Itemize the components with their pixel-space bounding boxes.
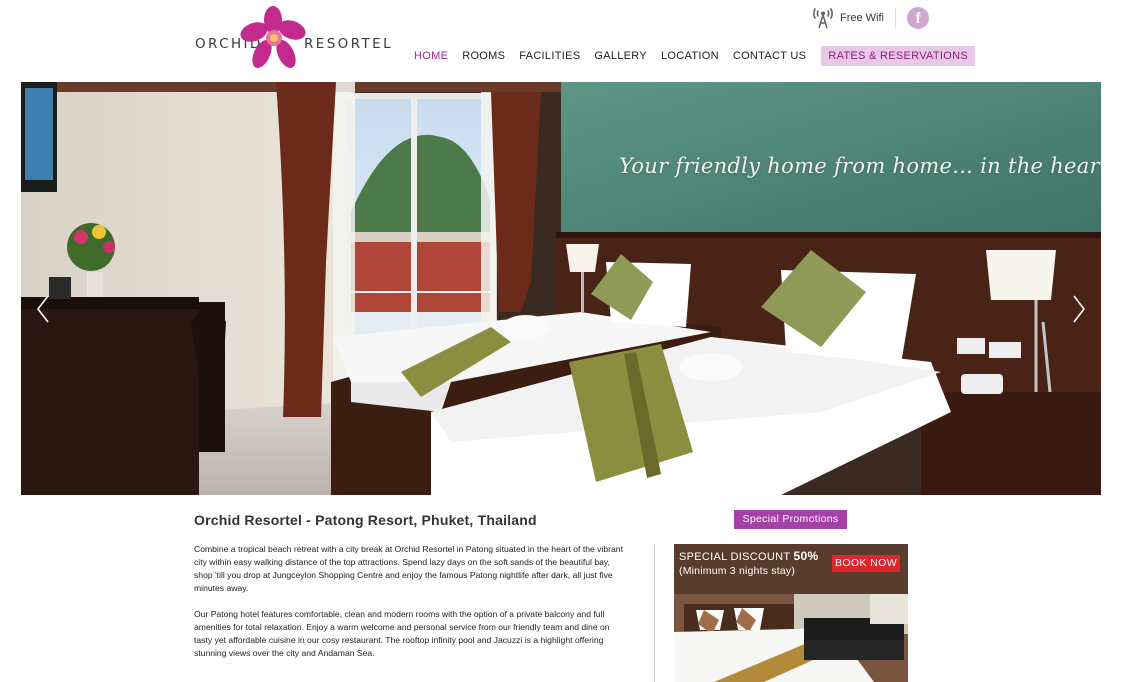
intro-paragraph-2: Our Patong hotel features comfortable, c… [194, 609, 610, 658]
orchid-flower-logo-icon [240, 6, 306, 69]
facebook-icon[interactable]: f [907, 7, 929, 29]
special-promotions-badge[interactable]: Special Promotions [734, 510, 847, 529]
intro-text: Combine a tropical beach retreat with a … [194, 543, 626, 673]
nav-facilities[interactable]: FACILITIES [512, 46, 587, 66]
rates-reservations-button[interactable]: RATES & RESERVATIONS [821, 46, 975, 66]
promo-banner[interactable]: SPECIAL DISCOUNT 50% (Minimum 3 nights s… [674, 544, 908, 682]
logo-text-resortel: RESORTEL [304, 36, 394, 52]
intro-paragraph-1: Combine a tropical beach retreat with a … [194, 544, 623, 593]
promo-discount-line: SPECIAL DISCOUNT 50% [679, 549, 818, 563]
nav-location[interactable]: LOCATION [654, 46, 726, 66]
free-wifi-label: Free Wifi [840, 12, 884, 24]
wifi-icon [813, 8, 833, 29]
slider-next-arrow-icon[interactable] [1072, 294, 1086, 324]
book-now-button[interactable]: BOOK NOW [832, 555, 900, 572]
nav-home[interactable]: HOME [407, 46, 455, 66]
promo-discount-label: SPECIAL DISCOUNT [679, 551, 791, 563]
nav-gallery[interactable]: GALLERY [587, 46, 654, 66]
content-divider [654, 544, 655, 682]
main-nav: HOME ROOMS FACILITIES GALLERY LOCATION C… [407, 46, 975, 66]
promo-discount-value: 50% [793, 549, 819, 563]
slider-prev-arrow-icon[interactable] [36, 294, 50, 324]
hero-room-photo [21, 82, 1101, 495]
nav-rooms[interactable]: ROOMS [455, 46, 512, 66]
header-divider [895, 8, 896, 28]
hero-tagline: Your friendly home from home... in the h… [619, 154, 1101, 178]
promo-minimum-note: (Minimum 3 nights stay) [679, 565, 796, 577]
logo[interactable]: ORCHID RESORTEL [194, 6, 391, 72]
nav-contact-us[interactable]: CONTACT US [726, 46, 814, 66]
hero-slideshow: Your friendly home from home... in the h… [21, 82, 1101, 495]
page-title: Orchid Resortel - Patong Resort, Phuket,… [194, 512, 537, 528]
header-utility-bar: Free Wifi f [812, 5, 929, 31]
